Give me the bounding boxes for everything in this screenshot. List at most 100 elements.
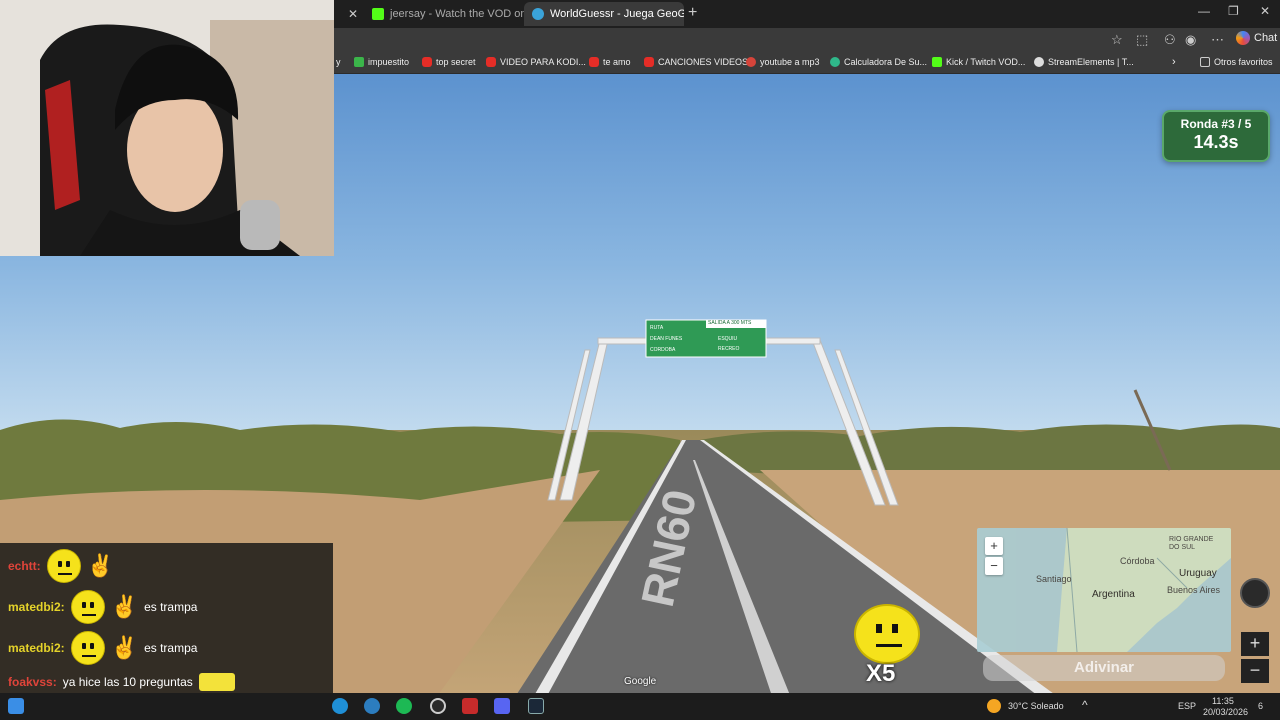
app-icon[interactable] bbox=[462, 698, 478, 714]
chat-message: foakvss: ya hice las 10 preguntas bbox=[8, 673, 235, 691]
chevron-up-icon[interactable]: ^ bbox=[1082, 698, 1088, 712]
edge-icon[interactable] bbox=[332, 698, 348, 714]
clock-time[interactable]: 11:35 bbox=[1212, 696, 1234, 706]
sign-right-text: ESQUIU RECREO bbox=[718, 334, 739, 354]
guess-minimap[interactable]: RIO GRANDE DO SUL Córdoba Uruguay Santia… bbox=[977, 528, 1231, 652]
bookmark-item[interactable]: Kick / Twitch VOD... bbox=[932, 57, 1025, 67]
chat-text: es trampa bbox=[144, 641, 198, 655]
weather-text[interactable]: 30°C Soleado bbox=[1008, 701, 1064, 711]
map-label-santiago: Santiago bbox=[1036, 574, 1072, 584]
weather-icon bbox=[987, 699, 1001, 713]
bookmark-item[interactable]: StreamElements | T... bbox=[1034, 57, 1134, 67]
bookmark-item[interactable]: youtube a mp3 bbox=[746, 57, 820, 67]
extensions-icon[interactable]: ⬚ bbox=[1136, 32, 1148, 48]
split-icon[interactable]: ⚇ bbox=[1164, 32, 1176, 48]
music-icon bbox=[746, 57, 756, 67]
close-window-button[interactable]: ✕ bbox=[1260, 4, 1270, 18]
chat-username: foakvss: bbox=[8, 675, 57, 689]
new-tab-button[interactable]: + bbox=[688, 4, 697, 22]
minimize-button[interactable]: — bbox=[1198, 4, 1210, 18]
map-label-uruguay: Uruguay bbox=[1179, 568, 1217, 579]
bookmark-label: impuestito bbox=[368, 57, 410, 67]
tab-label: jeersay - Watch the VOD on Kick bbox=[390, 8, 524, 20]
bookmark-item[interactable]: VIDEO PARA KODI... bbox=[486, 57, 586, 67]
bookmark-item[interactable]: te amo bbox=[589, 57, 631, 67]
notification-badge[interactable]: 6 bbox=[1258, 701, 1263, 711]
emote-neutral-icon bbox=[70, 631, 105, 665]
youtube-icon bbox=[644, 57, 654, 67]
bookmark-label: youtube a mp3 bbox=[760, 57, 820, 67]
map-label-buenos-aires: Buenos Aires bbox=[1167, 585, 1221, 595]
kick-icon bbox=[372, 8, 384, 20]
map-label-cordoba: Córdoba bbox=[1120, 556, 1155, 566]
copilot-icon bbox=[1236, 31, 1250, 45]
more-icon[interactable]: ⋯ bbox=[1211, 32, 1224, 48]
compass-icon[interactable] bbox=[1240, 578, 1270, 608]
webcam-overlay bbox=[0, 0, 334, 256]
tab-worldguessr[interactable]: WorldGuessr - Juega GeoGuessr g ✕ bbox=[524, 2, 684, 26]
stream-chat: echtt: ✌️ matedbi2: ✌️ es trampa matedbi… bbox=[0, 543, 333, 693]
emote-neutral-icon bbox=[46, 549, 81, 583]
round-label: Ronda #3 / 5 bbox=[1180, 117, 1252, 131]
spotify-icon[interactable] bbox=[396, 698, 412, 714]
chat-message: matedbi2: ✌️ es trampa bbox=[8, 631, 197, 665]
map-label-argentina: Argentina bbox=[1092, 589, 1135, 600]
maximize-button[interactable]: ❐ bbox=[1228, 4, 1239, 18]
chevron-right-icon[interactable]: › bbox=[1172, 56, 1176, 68]
streamelements-icon bbox=[1034, 57, 1044, 67]
sign-line: DEAN FUNES bbox=[650, 336, 683, 342]
address-bar-row: ☆ ⬚ ⚇ ◉ ⋯ Chat bbox=[334, 28, 1280, 54]
close-icon[interactable]: ✕ bbox=[348, 7, 358, 21]
bookmark-icon bbox=[354, 57, 364, 67]
copilot-chat-button[interactable]: Chat bbox=[1236, 31, 1277, 45]
bookmark-item[interactable]: impuestito bbox=[354, 57, 409, 67]
map-zoom-out-button[interactable]: − bbox=[985, 557, 1003, 575]
guess-button[interactable]: Adivinar bbox=[983, 655, 1225, 681]
youtube-icon bbox=[486, 57, 496, 67]
tab-label: WorldGuessr - Juega GeoGuessr g bbox=[550, 8, 684, 20]
google-attribution[interactable]: Google bbox=[624, 676, 656, 687]
round-indicator: Ronda #3 / 5 14.3s bbox=[1162, 110, 1270, 162]
steam-icon[interactable] bbox=[528, 698, 544, 714]
emote-overlay bbox=[854, 604, 920, 664]
emote-neutral-icon bbox=[70, 590, 105, 624]
calculator-icon bbox=[830, 57, 840, 67]
view-zoom-in-button[interactable]: + bbox=[1241, 632, 1269, 656]
bookmark-label: top secret bbox=[436, 57, 476, 67]
sign-right-header: SALIDA A 300 MTS bbox=[708, 320, 752, 326]
map-zoom-in-button[interactable]: + bbox=[985, 537, 1003, 555]
profile-icon[interactable]: ◉ bbox=[1185, 32, 1196, 48]
obs-icon[interactable] bbox=[430, 698, 446, 714]
sign-line: CORDOBA bbox=[650, 347, 676, 353]
windows-start-icon[interactable] bbox=[8, 698, 24, 714]
streamer-image bbox=[0, 0, 334, 256]
tab-kick[interactable]: jeersay - Watch the VOD on Kick ✕ bbox=[364, 2, 524, 26]
sign-left-text: RUTA DEAN FUNES CORDOBA bbox=[650, 323, 682, 356]
map-label-rio-grande: RIO GRANDE DO SUL bbox=[1169, 536, 1214, 551]
emote-multiplier: X5 bbox=[866, 660, 896, 687]
folder-icon bbox=[1200, 57, 1210, 67]
browser-icon[interactable] bbox=[364, 698, 380, 714]
clock-date[interactable]: 20/03/2026 bbox=[1203, 707, 1248, 717]
other-favorites[interactable]: Otros favoritos bbox=[1200, 57, 1273, 67]
bookmark-item[interactable]: CANCIONES VIDEOS bbox=[644, 57, 748, 67]
sign-line: RECREO bbox=[718, 346, 740, 352]
star-icon[interactable]: ☆ bbox=[1111, 32, 1123, 48]
youtube-icon bbox=[422, 57, 432, 67]
chat-message: echtt: ✌️ bbox=[8, 549, 114, 583]
bookmark-label: te amo bbox=[603, 57, 631, 67]
youtube-icon bbox=[589, 57, 599, 67]
language-indicator[interactable]: ESP bbox=[1178, 701, 1196, 711]
bookmark-label: StreamElements | T... bbox=[1048, 57, 1134, 67]
view-zoom-out-button[interactable]: − bbox=[1241, 659, 1269, 683]
discord-icon[interactable] bbox=[494, 698, 510, 714]
chat-username: matedbi2: bbox=[8, 600, 65, 614]
sign-line: ESQUIU bbox=[718, 336, 738, 342]
emote-hand-icon: ✌️ bbox=[110, 635, 139, 660]
chat-text: es trampa bbox=[144, 600, 198, 614]
chat-username: matedbi2: bbox=[8, 641, 65, 655]
bookmark-item[interactable]: y bbox=[336, 57, 341, 67]
chat-text: ya hice las 10 preguntas bbox=[62, 675, 193, 689]
bookmark-item[interactable]: top secret bbox=[422, 57, 476, 67]
bookmark-item[interactable]: Calculadora De Su... bbox=[830, 57, 927, 67]
